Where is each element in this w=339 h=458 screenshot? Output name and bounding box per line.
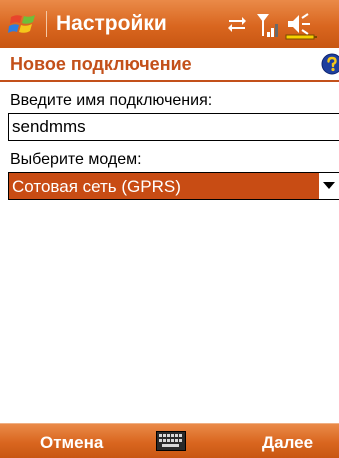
windows-start-icon[interactable]: [8, 9, 42, 39]
help-icon[interactable]: [321, 53, 339, 75]
cancel-button[interactable]: Отмена: [40, 433, 103, 452]
connection-name-input[interactable]: [8, 113, 339, 141]
modem-selected-value: Сотовая сеть (GPRS): [12, 177, 181, 196]
keyboard-icon[interactable]: [156, 431, 186, 451]
modem-dropdown[interactable]: Сотовая сеть (GPRS): [8, 172, 339, 200]
modem-label: Выберите модем:: [10, 151, 142, 168]
title-separator: [46, 11, 47, 37]
connection-name-label: Введите имя подключения:: [10, 92, 213, 109]
title-bar: Настройки: [0, 0, 339, 49]
dropdown-button[interactable]: [318, 173, 339, 199]
menu-bar: Отмена Далее: [0, 423, 339, 458]
next-button[interactable]: Далее: [262, 433, 313, 452]
page-title: Новое подключение: [10, 54, 192, 74]
app-title[interactable]: Настройки: [56, 12, 167, 36]
heading-divider: [0, 80, 339, 82]
volume-icon[interactable]: [285, 8, 319, 40]
chevron-down-icon: [323, 182, 335, 189]
connectivity-icon[interactable]: [225, 8, 249, 40]
signal-strength-icon[interactable]: [255, 8, 281, 40]
page-heading: Новое подключение: [0, 48, 339, 80]
